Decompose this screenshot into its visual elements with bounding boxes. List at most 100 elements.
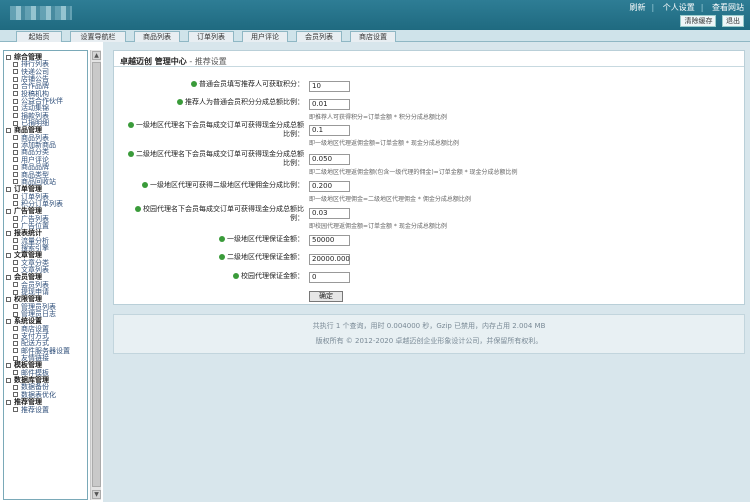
field-input[interactable]: 0.1: [309, 125, 350, 136]
help-icon[interactable]: [128, 151, 134, 157]
scrollbar-thumb[interactable]: [92, 62, 101, 487]
item-box-icon: [13, 355, 18, 361]
scroll-up-icon[interactable]: ▲: [92, 51, 101, 60]
field-label: 校园代理名下会员每成交订单可获得现金分成总额比例：: [124, 205, 304, 223]
item-box-icon: [13, 392, 18, 398]
tab-products[interactable]: 商品列表: [134, 31, 180, 42]
field-input[interactable]: 20000.000: [309, 254, 350, 265]
field-label: 校园代理保证金额：: [124, 272, 304, 281]
expand-box-icon: [6, 362, 11, 368]
refresh-link[interactable]: 刷新: [630, 3, 646, 12]
item-box-icon: [13, 164, 18, 170]
tab-members[interactable]: 会员列表: [296, 31, 342, 42]
item-box-icon: [13, 194, 18, 200]
item-box-icon: [13, 149, 18, 155]
item-box-icon: [13, 135, 18, 141]
item-box-icon: [13, 304, 18, 310]
expand-box-icon: [6, 127, 11, 133]
field-hint: 即二级地区代理返佣金额(包含一级代理的佣金)=订单金额 * 现金分成总额比例: [309, 169, 518, 176]
clear-cache-button[interactable]: 清除缓存: [680, 15, 717, 27]
item-box-icon: [13, 340, 18, 346]
item-box-icon: [13, 216, 18, 222]
expand-box-icon: [6, 208, 11, 214]
tab-start[interactable]: 起始页: [16, 31, 62, 42]
field-label: 一级地区代理保证金额：: [124, 235, 304, 244]
item-box-icon: [13, 172, 18, 177]
item-box-icon: [13, 83, 18, 89]
help-icon[interactable]: [233, 273, 239, 279]
help-icon[interactable]: [135, 206, 141, 212]
item-box-icon: [13, 105, 18, 111]
expand-box-icon: [6, 186, 11, 192]
expand-box-icon: [6, 296, 11, 302]
item-box-icon: [13, 61, 18, 67]
submit-button[interactable]: 确定: [309, 291, 343, 302]
scroll-down-icon[interactable]: ▼: [92, 490, 101, 499]
item-box-icon: [13, 201, 18, 207]
expand-box-icon: [6, 318, 11, 324]
item-box-icon: [13, 282, 18, 288]
item-box-icon: [13, 98, 18, 104]
sidebar-item[interactable]: 推荐设置: [4, 406, 87, 414]
item-box-icon: [13, 91, 18, 97]
help-icon[interactable]: [191, 81, 197, 87]
field-input[interactable]: 0.03: [309, 208, 350, 219]
item-box-icon: [13, 238, 18, 244]
field-hint: 即推荐人可获得积分=订单金额 * 积分分成总额比例: [309, 114, 447, 121]
header-buttons: 清除缓存 退出: [677, 15, 744, 27]
item-box-icon: [13, 120, 18, 126]
field-label: 一级地区代理名下会员每成交订单可获得现金分成总额比例：: [124, 121, 304, 139]
item-box-icon: [13, 267, 18, 273]
item-box-icon: [13, 260, 18, 266]
help-icon[interactable]: [128, 122, 134, 128]
item-box-icon: [13, 113, 18, 119]
expand-box-icon: [6, 377, 11, 383]
footer: 共执行 1 个查询，用时 0.004000 秒，Gzip 已禁用，内存占用 2.…: [113, 314, 745, 354]
item-box-icon: [13, 245, 18, 251]
footer-copyright: 版权所有 © 2012-2020 卓越迈创企业形象设计公司，并保留所有权利。: [315, 337, 543, 345]
item-box-icon: [13, 333, 18, 339]
item-box-icon: [13, 348, 18, 354]
item-box-icon: [13, 69, 18, 75]
field-label: 普通会员填写推荐人可获取积分：: [124, 80, 304, 89]
tab-orders[interactable]: 订单列表: [188, 31, 234, 42]
field-label: 推荐人为普通会员积分分成总额比例：: [124, 98, 304, 107]
field-hint: 即一级地区代理返佣金额=订单金额 * 现金分成总额比例: [309, 140, 459, 147]
field-input[interactable]: 0: [309, 272, 350, 283]
logo: [10, 6, 72, 20]
sidebar-scrollbar[interactable]: ▲ ▼: [90, 50, 101, 500]
logout-button[interactable]: 退出: [722, 15, 744, 27]
field-input[interactable]: 50000: [309, 235, 350, 246]
tab-nav-settings[interactable]: 设置导航栏: [70, 31, 126, 42]
item-box-icon: [13, 311, 18, 317]
personal-settings-link[interactable]: 个人设置: [663, 3, 695, 12]
field-input[interactable]: 10: [309, 81, 350, 92]
field-input[interactable]: 0.01: [309, 99, 350, 110]
tab-shop-settings[interactable]: 商店设置: [350, 31, 396, 42]
tab-comments[interactable]: 用户评论: [242, 31, 288, 42]
help-icon[interactable]: [219, 254, 225, 260]
item-box-icon: [13, 407, 18, 412]
footer-stats: 共执行 1 个查询，用时 0.004000 秒，Gzip 已禁用，内存占用 2.…: [312, 322, 546, 330]
expand-box-icon: [6, 54, 11, 60]
item-box-icon: [13, 223, 18, 229]
help-icon[interactable]: [142, 182, 148, 188]
nav-bar: 起始页 设置导航栏 商品列表 订单列表 用户评论 会员列表 商店设置: [0, 30, 750, 42]
item-box-icon: [13, 370, 18, 376]
field-hint: 即校园代理返佣金额=订单金额 * 现金分成总额比例: [309, 223, 447, 230]
help-icon[interactable]: [219, 236, 225, 242]
top-header: 刷新 | 个人设置 | 查看网站 清除缓存 退出: [0, 0, 750, 30]
item-box-icon: [13, 142, 18, 148]
help-icon[interactable]: [177, 99, 183, 105]
field-input[interactable]: 0.200: [309, 181, 350, 192]
field-input[interactable]: 0.050: [309, 154, 350, 165]
expand-box-icon: [6, 252, 11, 258]
field-label: 二级地区代理名下会员每成交订单可获得现金分成总额比例：: [124, 150, 304, 168]
view-site-link[interactable]: 查看网站: [712, 3, 744, 12]
item-box-icon: [13, 76, 18, 82]
expand-box-icon: [6, 230, 11, 236]
settings-panel: 卓越迈创 管理中心 - 推荐设置 普通会员填写推荐人可获取积分： 10 推荐人为普通…: [113, 50, 745, 305]
title-divider: [114, 66, 744, 67]
item-box-icon: [13, 289, 18, 295]
sidebar: 综合管理 排行列表 快递公司 店铺公告 合作品牌 投稿机构 公益合作伙伴 活动集锦 捐款列表 已捐…: [3, 50, 88, 500]
